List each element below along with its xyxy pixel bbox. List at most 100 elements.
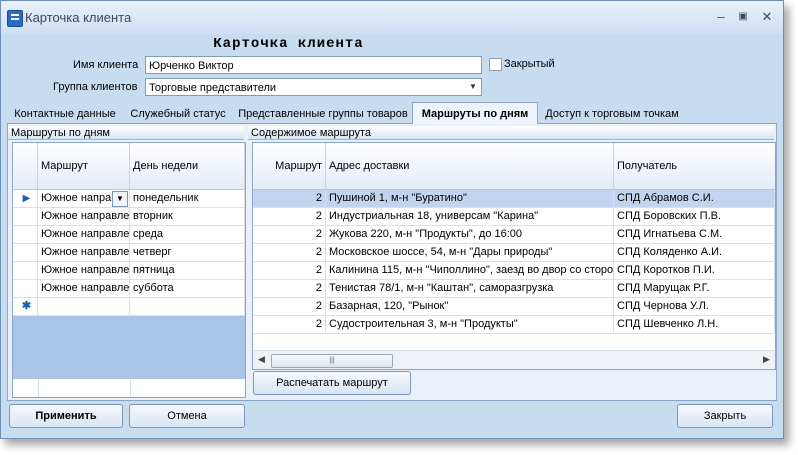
form-heading: Карточка клиента <box>213 36 364 52</box>
route-number-cell: 2 <box>253 280 326 297</box>
grid-footer <box>13 378 245 397</box>
routes-grid: Маршрут День недели ▶ Южное напра ▼ поне… <box>12 142 246 398</box>
table-row[interactable]: Южное направле четверг <box>13 244 245 262</box>
table-row[interactable]: 2 Тенистая 78/1, м-н "Каштан", саморазгр… <box>253 280 775 298</box>
weekday-cell[interactable]: среда <box>130 226 245 243</box>
recipient-cell: СПД Марущак Р.Г. <box>614 280 775 297</box>
grid-empty-area <box>13 316 245 378</box>
route-number-cell: 2 <box>253 262 326 279</box>
weekday-cell[interactable]: понедельник <box>130 190 245 207</box>
recipient-cell: СПД Игнатьева С.М. <box>614 226 775 243</box>
address-cell: Базарная, 120, "Рынок" <box>326 298 614 315</box>
current-row-arrow-icon: ▶ <box>13 190 38 207</box>
address-cell: Индустриальная 18, универсам "Карина" <box>326 208 614 225</box>
weekday-column-header[interactable]: День недели <box>130 143 245 189</box>
address-cell: Пушиной 1, м-н "Буратино" <box>326 190 614 207</box>
address-cell: Жукова 220, м-н "Продукты", до 16:00 <box>326 226 614 243</box>
address-cell: Калинина 115, м-н "Чиполлино", заезд во … <box>326 262 614 279</box>
client-group-select[interactable]: Торговые представители ▼ <box>145 78 482 96</box>
route-cell[interactable]: Южное направле <box>38 244 130 261</box>
row-indicator <box>13 244 38 261</box>
scrollbar-thumb[interactable]: ||| <box>271 354 393 368</box>
route-column-header[interactable]: Маршрут <box>38 143 130 189</box>
row-indicator <box>13 262 38 279</box>
route-cell[interactable]: Южное напра ▼ <box>38 190 130 207</box>
client-group-label: Группа клиентов <box>53 81 138 93</box>
route-cell[interactable]: Южное направле <box>38 262 130 279</box>
routes-tab-panel: Маршруты по дням Маршрут День недели ▶ Ю… <box>7 123 777 401</box>
maximize-button[interactable]: ▣ <box>734 9 752 25</box>
route-contents-grid: Маршрут Адрес доставки Получатель 2 Пуши… <box>252 142 776 370</box>
route-number-cell: 2 <box>253 190 326 207</box>
address-cell: Тенистая 78/1, м-н "Каштан", саморазгруз… <box>326 280 614 297</box>
recipient-cell: СПД Абрамов С.И. <box>614 190 775 207</box>
route-cell[interactable]: Южное направле <box>38 226 130 243</box>
scroll-left-icon[interactable]: ◀ <box>258 354 265 365</box>
row-indicator <box>13 226 38 243</box>
contents-grid-header: Маршрут Адрес доставки Получатель <box>253 143 775 190</box>
tab-outlet-access[interactable]: Доступ к торговым точкам <box>539 105 685 123</box>
address-column-header[interactable]: Адрес доставки <box>326 143 614 189</box>
routes-grid-header: Маршрут День недели <box>13 143 245 190</box>
closed-checkbox[interactable] <box>489 58 502 71</box>
window-title: Карточка клиента <box>25 10 132 25</box>
weekday-cell[interactable]: суббота <box>130 280 245 297</box>
table-row[interactable]: 2 Калинина 115, м-н "Чиполлино", заезд в… <box>253 262 775 280</box>
chevron-down-icon[interactable]: ▼ <box>466 80 480 94</box>
client-card-window: Карточка клиента – ▣ ✕ Карточка клиента … <box>0 0 784 439</box>
apply-button[interactable]: Применить <box>9 404 123 428</box>
minimize-button[interactable]: – <box>712 9 730 25</box>
weekday-cell[interactable] <box>130 298 245 315</box>
recipient-cell: СПД Боровских П.В. <box>614 208 775 225</box>
weekday-cell[interactable]: пятница <box>130 262 245 279</box>
title-bar[interactable]: Карточка клиента – ▣ ✕ <box>1 1 783 34</box>
print-route-button[interactable]: Распечатать маршрут <box>253 371 411 395</box>
weekday-cell[interactable]: вторник <box>130 208 245 225</box>
close-window-button[interactable]: ✕ <box>758 9 776 25</box>
route-cell[interactable]: Южное направле <box>38 208 130 225</box>
address-cell: Судостроительная 3, м-н "Продукты" <box>326 316 614 333</box>
recipient-cell: СПД Шевченко Л.Н. <box>614 316 775 333</box>
scroll-right-icon[interactable]: ▶ <box>763 354 770 365</box>
table-row[interactable]: Южное направле суббота <box>13 280 245 298</box>
table-row[interactable]: Южное направле вторник <box>13 208 245 226</box>
table-row[interactable]: 2 Судостроительная 3, м-н "Продукты" СПД… <box>253 316 775 334</box>
tab-product-groups[interactable]: Представленные группы товаров <box>235 105 411 123</box>
route-number-cell: 2 <box>253 226 326 243</box>
cancel-button[interactable]: Отмена <box>129 404 245 428</box>
contents-group-title: Содержимое маршрута <box>248 126 774 140</box>
route-number-column-header[interactable]: Маршрут <box>253 143 326 189</box>
route-number-cell: 2 <box>253 208 326 225</box>
tab-service-status[interactable]: Служебный статус <box>123 105 233 123</box>
routes-group-title: Маршруты по дням <box>8 126 244 140</box>
recipient-column-header[interactable]: Получатель <box>614 143 775 189</box>
table-row[interactable]: Южное направле среда <box>13 226 245 244</box>
horizontal-scrollbar[interactable]: ◀ ||| ▶ <box>253 350 775 369</box>
app-icon <box>7 10 23 27</box>
route-cell[interactable] <box>38 298 130 315</box>
recipient-cell: СПД Чернова У.Л. <box>614 298 775 315</box>
table-row[interactable]: 2 Жукова 220, м-н "Продукты", до 16:00 С… <box>253 226 775 244</box>
route-number-cell: 2 <box>253 316 326 333</box>
tab-contacts[interactable]: Контактные данные <box>9 105 121 123</box>
row-indicator <box>13 280 38 297</box>
client-name-input[interactable]: Юрченко Виктор <box>145 56 482 74</box>
table-row[interactable]: 2 Московское шоссе, 54, м-н "Дары природ… <box>253 244 775 262</box>
table-row[interactable]: 2 Базарная, 120, "Рынок" СПД Чернова У.Л… <box>253 298 775 316</box>
client-name-label: Имя клиента <box>73 59 139 71</box>
table-row[interactable]: 2 Индустриальная 18, универсам "Карина" … <box>253 208 775 226</box>
closed-label: Закрытый <box>504 58 555 70</box>
table-row[interactable]: ▶ Южное напра ▼ понедельник <box>13 190 245 208</box>
tab-routes-by-day[interactable]: Маршруты по дням <box>412 102 538 124</box>
new-row-asterisk-icon: ✱ <box>13 298 38 315</box>
new-row[interactable]: ✱ <box>13 298 245 316</box>
chevron-down-icon[interactable]: ▼ <box>112 191 128 207</box>
table-row[interactable]: 2 Пушиной 1, м-н "Буратино" СПД Абрамов … <box>253 190 775 208</box>
address-cell: Московское шоссе, 54, м-н "Дары природы" <box>326 244 614 261</box>
close-button[interactable]: Закрыть <box>677 404 773 428</box>
weekday-cell[interactable]: четверг <box>130 244 245 261</box>
row-indicator <box>13 208 38 225</box>
route-cell[interactable]: Южное направле <box>38 280 130 297</box>
table-row[interactable]: Южное направле пятница <box>13 262 245 280</box>
client-group-value: Торговые представители <box>149 82 277 94</box>
